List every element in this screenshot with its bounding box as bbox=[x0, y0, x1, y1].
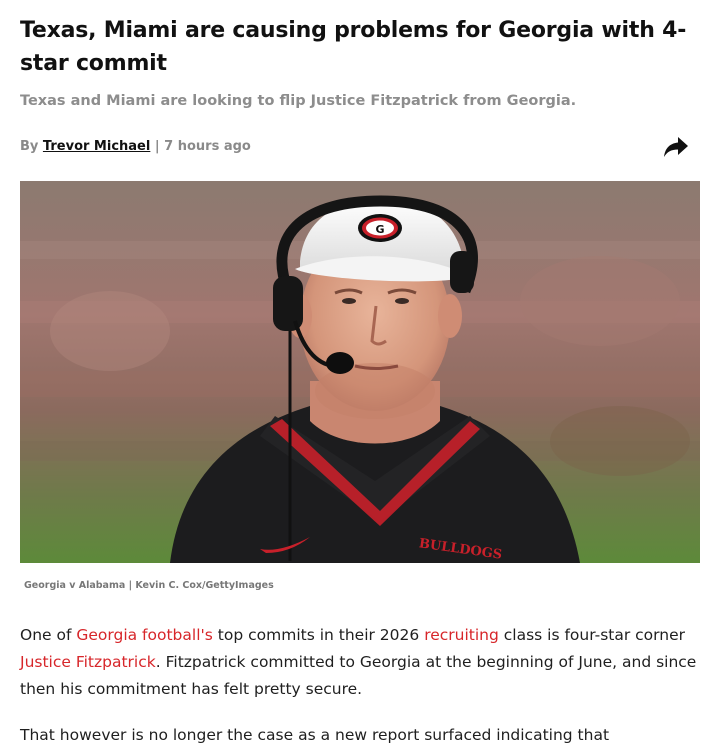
byline-prefix: By bbox=[20, 139, 39, 154]
paragraph-text: class is four-star corner bbox=[498, 626, 685, 644]
paragraph-1: One of Georgia football's top commits in… bbox=[20, 622, 710, 703]
justice-fitzpatrick-link[interactable]: Justice Fitzpatrick bbox=[20, 653, 156, 671]
article-photo: G BULLDOGS bbox=[20, 181, 700, 563]
publish-time: 7 hours ago bbox=[164, 139, 251, 154]
photo-caption: Georgia v Alabama | Kevin C. Cox/GettyIm… bbox=[24, 580, 274, 591]
paragraph-text: top commits in their 2026 bbox=[212, 626, 425, 644]
paragraph-2: That however is no longer the case as a … bbox=[20, 726, 610, 744]
byline-separator: | bbox=[154, 139, 160, 154]
article-subheadline: Texas and Miami are looking to flip Just… bbox=[20, 93, 577, 109]
author-link[interactable]: Trevor Michael bbox=[43, 139, 150, 154]
georgia-football-link[interactable]: Georgia football's bbox=[76, 626, 213, 644]
article-headline: Texas, Miami are causing problems for Ge… bbox=[20, 18, 687, 76]
paragraph-text: One of bbox=[20, 626, 77, 644]
visor-logo: G bbox=[375, 223, 384, 236]
article: Texas, Miami are causing problems for Ge… bbox=[0, 0, 720, 749]
byline: By Trevor Michael | 7 hours ago bbox=[20, 137, 251, 157]
share-arrow-icon[interactable] bbox=[662, 135, 690, 159]
recruiting-link[interactable]: recruiting bbox=[424, 626, 499, 644]
